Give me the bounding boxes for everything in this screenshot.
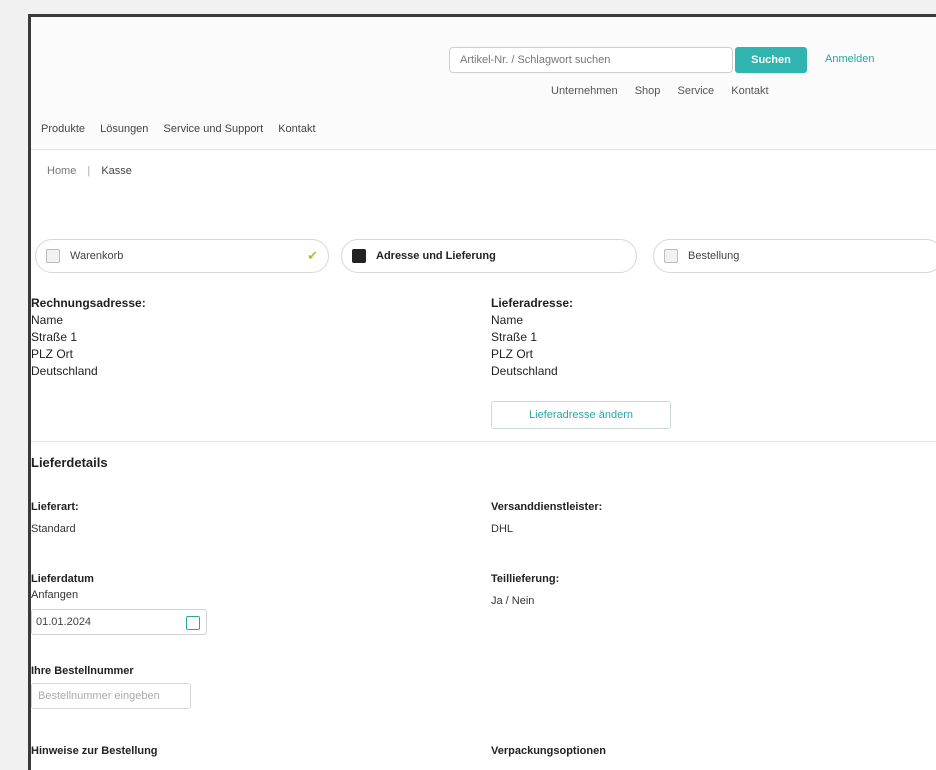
change-shipping-address-button[interactable]: Lieferadresse ändern <box>491 401 671 429</box>
cart-step-icon <box>46 249 60 263</box>
billing-line: Deutschland <box>31 364 98 378</box>
search-button[interactable]: Suchen <box>735 47 807 73</box>
billing-line: Name <box>31 313 64 327</box>
shipping-line: Deutschland <box>491 364 558 378</box>
step-order[interactable]: Bestellung <box>653 239 936 273</box>
order-notes-label: Hinweise zur Bestellung <box>31 745 158 757</box>
utilnav-item-shop[interactable]: Shop <box>635 85 661 97</box>
step-label: Adresse und Lieferung <box>376 250 496 262</box>
shipping-line: PLZ Ort <box>491 347 534 361</box>
purchase-order-input[interactable]: Bestellnummer eingeben <box>31 683 191 709</box>
mainnav-item-products[interactable]: Produkte <box>41 123 85 135</box>
shipping-line: Straße 1 <box>491 330 538 344</box>
purchase-order-label: Ihre Bestellnummer <box>31 665 134 677</box>
breadcrumb-current: Kasse <box>101 165 132 177</box>
billing-line: PLZ Ort <box>31 347 74 361</box>
partial-delivery-value[interactable]: Ja / Nein <box>491 595 534 607</box>
login-link[interactable]: Anmelden <box>825 53 875 65</box>
divider <box>31 441 936 442</box>
section-title: Lieferdetails <box>31 455 108 470</box>
step-label: Warenkorb <box>70 250 124 262</box>
delivery-date-label: Lieferdatum <box>31 573 94 585</box>
mainnav-item-contact[interactable]: Kontakt <box>278 123 315 135</box>
delivery-date-input[interactable]: 01.01.2024 <box>31 609 207 635</box>
search-input[interactable]: Artikel-Nr. / Schlagwort suchen <box>449 47 733 73</box>
utilnav-item-company[interactable]: Unternehmen <box>551 85 618 97</box>
shipping-address: Lieferadresse: Name Straße 1 PLZ Ort Deu… <box>491 295 573 380</box>
breadcrumb: Home | Kasse <box>47 165 132 177</box>
address-step-icon <box>352 249 366 263</box>
breadcrumb-home[interactable]: Home <box>47 165 76 177</box>
utilnav-item-service[interactable]: Service <box>677 85 714 97</box>
calendar-icon[interactable] <box>186 616 200 630</box>
delivery-mode-label: Lieferart: <box>31 501 79 513</box>
shipping-line: Name <box>491 313 524 327</box>
mainnav-item-solutions[interactable]: Lösungen <box>100 123 148 135</box>
packaging-options-label: Verpackungsoptionen <box>491 745 606 757</box>
utilnav-item-contact[interactable]: Kontakt <box>731 85 768 97</box>
delivery-date-value: 01.01.2024 <box>36 616 92 628</box>
partial-delivery-label: Teillieferung: <box>491 573 560 585</box>
main-nav: Produkte Lösungen Service und Support Ko… <box>41 123 328 135</box>
delivery-mode-value: Standard <box>31 523 76 535</box>
utility-nav: Unternehmen Shop Service Kontakt <box>551 85 783 97</box>
billing-title: Rechnungsadresse: <box>31 296 146 310</box>
carrier-value: DHL <box>491 523 514 535</box>
step-cart[interactable]: Warenkorb ✔ <box>35 239 329 273</box>
delivery-date-sublabel: Anfangen <box>31 589 79 601</box>
carrier-label: Versanddienstleister: <box>491 501 603 513</box>
site-header: Artikel-Nr. / Schlagwort suchen Suchen A… <box>31 17 936 150</box>
shipping-title: Lieferadresse: <box>491 296 574 310</box>
billing-address: Rechnungsadresse: Name Straße 1 PLZ Ort … <box>31 295 146 380</box>
checkmark-icon: ✔ <box>307 248 318 263</box>
mainnav-item-service-support[interactable]: Service und Support <box>163 123 263 135</box>
step-address[interactable]: Adresse und Lieferung <box>341 239 637 273</box>
breadcrumb-separator: | <box>87 165 91 177</box>
billing-line: Straße 1 <box>31 330 78 344</box>
browser-frame: Artikel-Nr. / Schlagwort suchen Suchen A… <box>28 14 936 770</box>
step-label: Bestellung <box>688 250 740 262</box>
order-step-icon <box>664 249 678 263</box>
